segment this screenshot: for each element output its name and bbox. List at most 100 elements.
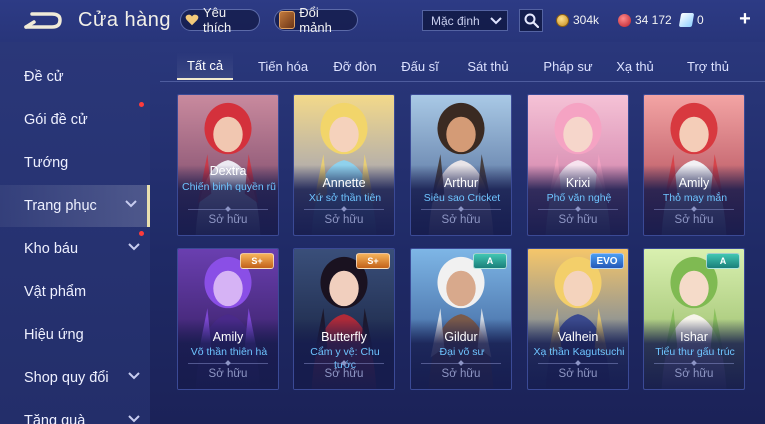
tab-5[interactable]: Pháp sư bbox=[535, 52, 601, 80]
card-divider bbox=[304, 363, 384, 364]
owned-status: Sở hữu bbox=[558, 368, 598, 380]
sidebar-item-7[interactable]: Shop quy đổi bbox=[0, 357, 150, 399]
top-up-button[interactable]: + bbox=[736, 9, 754, 29]
card-divider bbox=[304, 209, 384, 210]
search-icon bbox=[524, 13, 539, 28]
hero-name: Amily bbox=[212, 330, 244, 344]
skin-card[interactable]: EVO Valhein Xạ thần Kagutsuchi Sở hữu bbox=[527, 248, 629, 390]
skin-name: Thỏ may mắn bbox=[662, 192, 728, 204]
sidebar-item-label: Tặng quà bbox=[24, 413, 86, 424]
voucher-balance: 0 bbox=[678, 11, 704, 29]
page-title: Cửa hàng bbox=[78, 9, 172, 31]
card-divider bbox=[188, 363, 268, 364]
hero-name: Dextra bbox=[209, 164, 247, 178]
owned-status: Sở hữu bbox=[674, 214, 714, 226]
skin-card[interactable]: S+ Amily Võ thần thiên hà Sở hữu bbox=[177, 248, 279, 390]
sidebar-item-label: Hiệu ứng bbox=[24, 327, 84, 343]
chevron-down-icon bbox=[490, 16, 502, 24]
tab-7[interactable]: Trợ thủ bbox=[675, 52, 741, 80]
tab-4[interactable]: Sát thủ bbox=[460, 52, 516, 80]
sidebar-item-6[interactable]: Hiệu ứng bbox=[0, 314, 150, 356]
shard-icon bbox=[279, 11, 296, 29]
ruby-amount: 34 172 bbox=[635, 13, 672, 27]
chevron-down-icon bbox=[128, 372, 140, 380]
voucher-icon bbox=[678, 13, 695, 27]
chevron-down-icon bbox=[128, 415, 140, 423]
tab-0[interactable]: Tất cả bbox=[177, 52, 233, 80]
skin-name: Xạ thần Kagutsuchi bbox=[533, 346, 625, 358]
shard-exchange-label: Đổi mảnh bbox=[299, 5, 332, 35]
gold-amount: 304k bbox=[573, 13, 600, 27]
skin-card[interactable]: A Ishar Tiểu thư gấu trúc Sở hữu bbox=[643, 248, 745, 390]
owned-status: Sở hữu bbox=[324, 368, 364, 380]
tab-1[interactable]: Tiến hóa bbox=[250, 52, 316, 80]
skin-card[interactable]: Annette Xứ sở thần tiên Sở hữu bbox=[293, 94, 395, 236]
card-divider bbox=[421, 209, 501, 210]
tab-6[interactable]: Xạ thủ bbox=[607, 52, 663, 80]
hero-name: Gildur bbox=[444, 330, 478, 344]
sidebar-item-label: Đề cử bbox=[24, 69, 64, 85]
sidebar-item-label: Kho báu bbox=[24, 241, 79, 257]
back-button[interactable] bbox=[22, 10, 64, 32]
heart-icon bbox=[185, 14, 199, 26]
skin-card[interactable]: Dextra Chiến binh quyền rũ Sở hữu bbox=[177, 94, 279, 236]
chevron-down-icon bbox=[125, 200, 137, 208]
category-tabs: Tất cả Tiến hóa Đỡ đòn Đấu sĩ Sát thủ Pháp sư… bbox=[160, 52, 765, 82]
skin-card[interactable]: Arthur Siêu sao Cricket Sở hữu bbox=[410, 94, 512, 236]
skin-name: Tiểu thư gấu trúc bbox=[655, 346, 735, 358]
skin-name: Chiến binh quyền rũ bbox=[182, 181, 276, 193]
chevron-down-icon bbox=[128, 243, 140, 251]
card-divider bbox=[188, 209, 268, 210]
favorites-button[interactable]: Yêu thích bbox=[180, 5, 260, 35]
hero-name: Butterfly bbox=[321, 330, 367, 344]
tab-2[interactable]: Đỡ đòn bbox=[322, 52, 388, 80]
skin-tier-badge: A bbox=[473, 253, 507, 269]
sort-dropdown[interactable]: Mặc định bbox=[422, 10, 508, 31]
sidebar-item-2[interactable]: Tướng bbox=[0, 142, 150, 184]
hero-name: Valhein bbox=[557, 330, 599, 344]
sidebar-item-1[interactable]: Gói đề cử bbox=[0, 99, 150, 141]
card-divider bbox=[654, 363, 734, 364]
owned-status: Sở hữu bbox=[674, 368, 714, 380]
tabs-divider bbox=[160, 81, 765, 82]
skin-card[interactable]: Krixi Phố văn nghệ Sở hữu bbox=[527, 94, 629, 236]
card-divider bbox=[654, 209, 734, 210]
shard-exchange-button[interactable]: Đổi mảnh bbox=[274, 5, 358, 35]
sidebar-item-3[interactable]: Trang phục bbox=[0, 185, 150, 227]
skin-card[interactable]: A Gildur Đại võ sư Sở hữu bbox=[410, 248, 512, 390]
sort-value: Mặc định bbox=[431, 13, 480, 28]
skin-name: Xứ sở thần tiên bbox=[308, 192, 382, 204]
gold-balance: 304k bbox=[556, 11, 599, 29]
voucher-amount: 0 bbox=[697, 13, 704, 27]
skin-name: Siêu sao Cricket bbox=[423, 192, 501, 204]
skin-tier-badge: S+ bbox=[356, 253, 390, 269]
skin-card[interactable]: Amily Thỏ may mắn Sở hữu bbox=[643, 94, 745, 236]
sidebar-item-4[interactable]: Kho báu bbox=[0, 228, 150, 270]
sidebar-item-5[interactable]: Vật phẩm bbox=[0, 271, 150, 313]
skin-tier-badge: A bbox=[706, 253, 740, 269]
owned-status: Sở hữu bbox=[441, 214, 481, 226]
owned-status: Sở hữu bbox=[208, 368, 248, 380]
notification-dot bbox=[139, 231, 144, 236]
skin-tier-badge: EVO bbox=[590, 253, 624, 269]
owned-status: Sở hữu bbox=[441, 368, 481, 380]
sidebar-item-0[interactable]: Đề cử bbox=[0, 56, 150, 98]
tab-3[interactable]: Đấu sĩ bbox=[392, 52, 448, 80]
ruby-icon bbox=[618, 13, 631, 27]
hero-name: Ishar bbox=[680, 330, 708, 344]
search-button[interactable] bbox=[519, 9, 543, 32]
skin-tier-badge: S+ bbox=[240, 253, 274, 269]
sidebar-item-label: Shop quy đổi bbox=[24, 370, 109, 386]
sidebar-item-label: Gói đề cử bbox=[24, 112, 88, 128]
back-arrow-icon bbox=[24, 12, 62, 29]
owned-status: Sở hữu bbox=[208, 214, 248, 226]
top-bar: Cửa hàng Yêu thích Đổi mảnh Mặc định 304… bbox=[0, 0, 765, 42]
skin-name: Phố văn nghệ bbox=[546, 192, 612, 204]
ruby-balance: 34 172 bbox=[618, 11, 672, 29]
sidebar-item-label: Vật phẩm bbox=[24, 284, 87, 300]
skin-name: Võ thần thiên hà bbox=[190, 346, 268, 358]
sidebar-item-8[interactable]: Tặng quà bbox=[0, 400, 150, 424]
card-divider bbox=[538, 363, 618, 364]
sidebar: Đề cử Gói đề cử Tướng Trang phục Kho báu Vật … bbox=[0, 42, 150, 424]
skin-card[interactable]: S+ Butterfly Cẩm y vệ: Chu tước Sở hữu bbox=[293, 248, 395, 390]
